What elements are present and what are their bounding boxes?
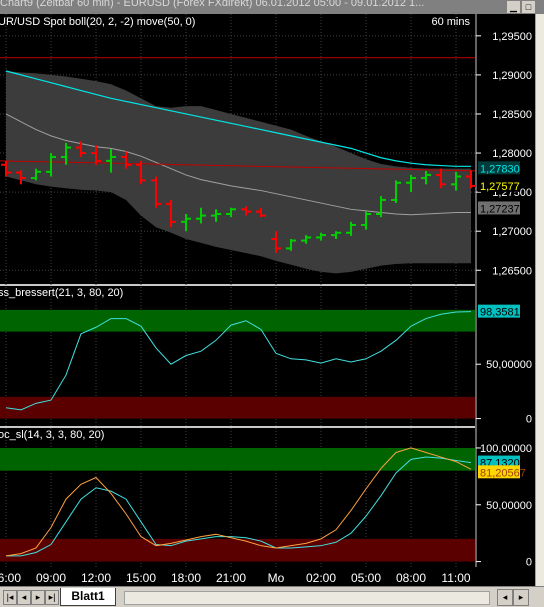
oc-sl-k-badge: 81,20567 (478, 465, 526, 479)
x-tick-label: 05:00 (351, 571, 381, 585)
y-tick-label: 50,00000 (486, 359, 532, 371)
y-tick-label: 100,00000 (480, 443, 532, 455)
y-tick-label: 1,28500 (492, 109, 532, 121)
first-sheet-button[interactable]: |◂ (3, 590, 17, 605)
x-tick-label: 08:00 (396, 571, 426, 585)
sheet-tab-bar: |◂ ◂ ▸ ▸| Blatt1 ◂ ▸ (0, 586, 544, 607)
last-price-badge-text: 1,27577 (480, 181, 520, 193)
next-sheet-button[interactable]: ▸ (31, 590, 45, 605)
y-tick-label: 50,00000 (486, 500, 532, 512)
ma-value-badge: 1,27830 (478, 161, 520, 175)
x-tick-label: Mo (268, 571, 285, 585)
last-sheet-button[interactable]: ▸| (45, 590, 59, 605)
x-tick-label: 06:00 (0, 571, 21, 585)
sheet-tab[interactable]: Blatt1 (60, 588, 116, 606)
oc-sl-label: oc_sl(14, 3, 3, 80, 20) (0, 429, 104, 441)
scroll-right-button[interactable]: ▸ (513, 589, 529, 606)
horizontal-scrollbar[interactable] (124, 591, 490, 605)
x-tick-label: 09:00 (36, 571, 66, 585)
oversold-zone (0, 396, 475, 419)
x-tick-label: 18:00 (171, 571, 201, 585)
minimize-button[interactable]: ▁ (506, 0, 521, 14)
x-tick-label: 12:00 (81, 571, 111, 585)
oversold-zone (0, 538, 475, 562)
boll-mid-badge: 1,27237 (478, 201, 520, 215)
y-tick-label: 1,27000 (492, 226, 532, 238)
chart-canvas: 1,295001,290001,285001,280001,275001,270… (0, 14, 535, 586)
panel-divider (0, 284, 475, 286)
x-tick-label: 15:00 (126, 571, 156, 585)
panel-divider (0, 426, 475, 428)
boll-mid-badge-text: 1,27237 (480, 203, 520, 215)
x-tick-label: 21:00 (216, 571, 246, 585)
oc-sl-k-badge-text: 81,20567 (480, 467, 526, 479)
maximize-button[interactable]: □ (521, 0, 536, 14)
ma-value-badge-text: 1,27830 (480, 163, 520, 175)
y-axis-area (475, 14, 535, 567)
prev-sheet-button[interactable]: ◂ (17, 590, 31, 605)
y-tick-label: 1,29500 (492, 31, 532, 43)
ss-bressert-label: ss_bressert(21, 3, 80, 20) (0, 287, 123, 299)
window-title: Chart9 (Zeitbar 60 min) - EURUSD (Forex … (0, 0, 425, 9)
window-title-bar: Chart9 (Zeitbar 60 min) - EURUSD (Forex … (0, 0, 544, 14)
ss-bressert-badge: 98,35811 (478, 304, 525, 319)
x-tick-label: 11:00 (441, 571, 470, 585)
interval-label: 60 mins (431, 16, 470, 28)
y-tick-label: 0 (526, 414, 532, 426)
y-tick-label: 1,28000 (492, 148, 532, 160)
vertical-scrollbar[interactable] (535, 14, 544, 586)
y-tick-label: 1,29000 (492, 70, 532, 82)
overbought-zone (0, 309, 475, 332)
ss-bressert-badge-text: 98,35811 (480, 307, 525, 319)
x-tick-label: 02:00 (306, 571, 336, 585)
y-tick-label: 0 (526, 557, 532, 569)
y-tick-label: 1,26500 (492, 265, 532, 277)
scroll-left-button[interactable]: ◂ (497, 589, 513, 606)
overbought-zone (0, 447, 475, 471)
price-panel-label: UR/USD Spot boll(20, 2, -2) move(50, 0) (0, 16, 195, 28)
last-price-badge: 1,27577 (478, 178, 520, 193)
